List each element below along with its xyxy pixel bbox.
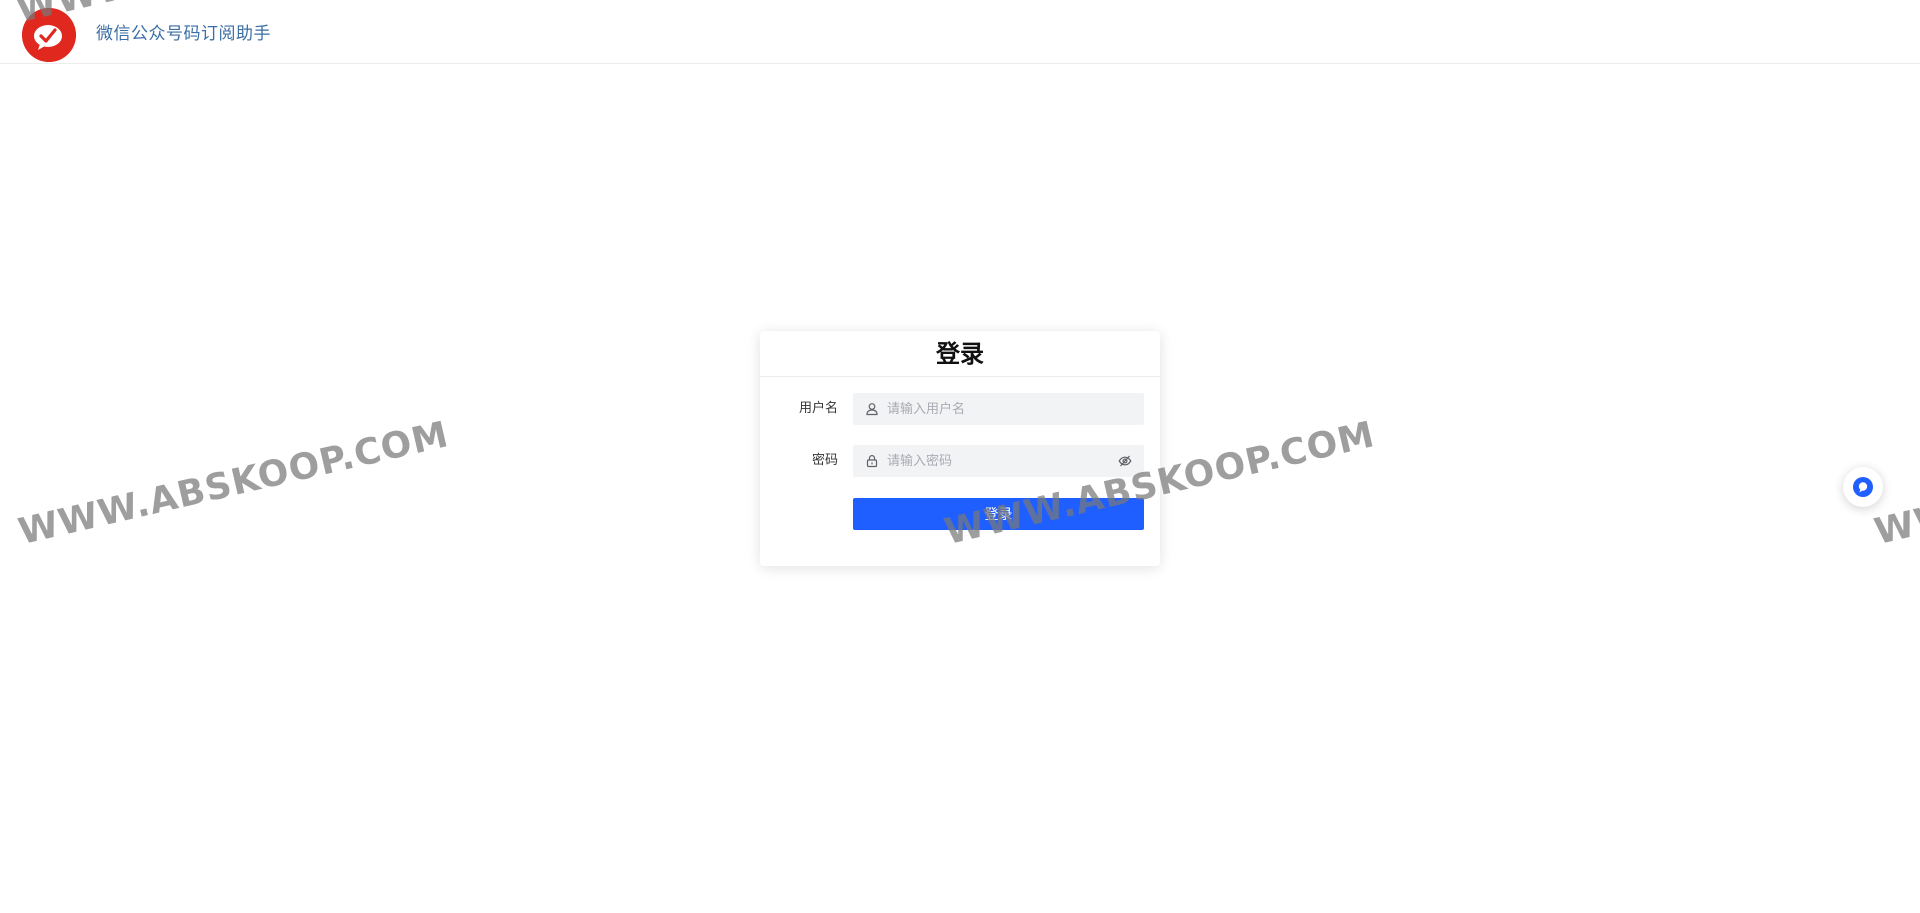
password-label: 密码 xyxy=(811,453,838,468)
username-field[interactable] xyxy=(853,393,1144,425)
password-field[interactable] xyxy=(853,445,1144,477)
username-input[interactable] xyxy=(887,393,1107,425)
float-help-button[interactable] xyxy=(1843,467,1883,507)
wechat-subscribe-logo-icon[interactable] xyxy=(22,8,76,62)
password-input[interactable] xyxy=(887,445,1107,477)
eye-off-icon[interactable] xyxy=(1118,454,1132,468)
top-header: 微信公众号码订阅助手 xyxy=(0,0,1920,64)
lock-icon xyxy=(865,454,879,468)
chat-bubble-icon xyxy=(1853,477,1873,497)
login-title: 登录 xyxy=(760,331,1160,377)
login-button[interactable]: 登录 xyxy=(853,498,1144,530)
user-icon xyxy=(865,402,879,416)
app-title: 微信公众号码订阅助手 xyxy=(96,24,271,44)
watermark-text: WWW.ABSKOOP.COM xyxy=(14,414,453,553)
username-label: 用户名 xyxy=(798,401,838,416)
login-card: 登录 用户名 密码 登录 xyxy=(760,331,1160,566)
